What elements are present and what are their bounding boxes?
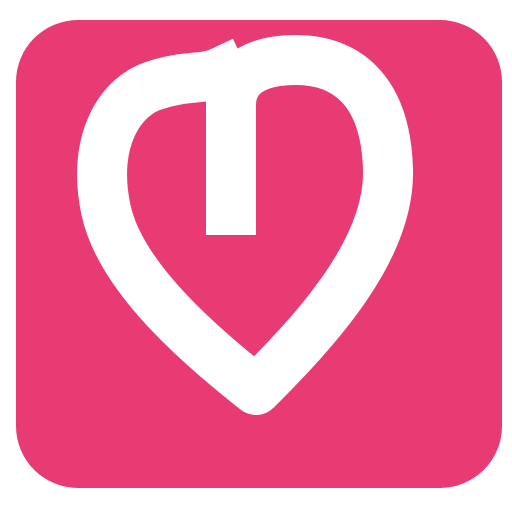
heart-icon <box>16 20 502 488</box>
heart-app-icon[interactable] <box>16 20 502 488</box>
icon-canvas <box>0 0 512 512</box>
